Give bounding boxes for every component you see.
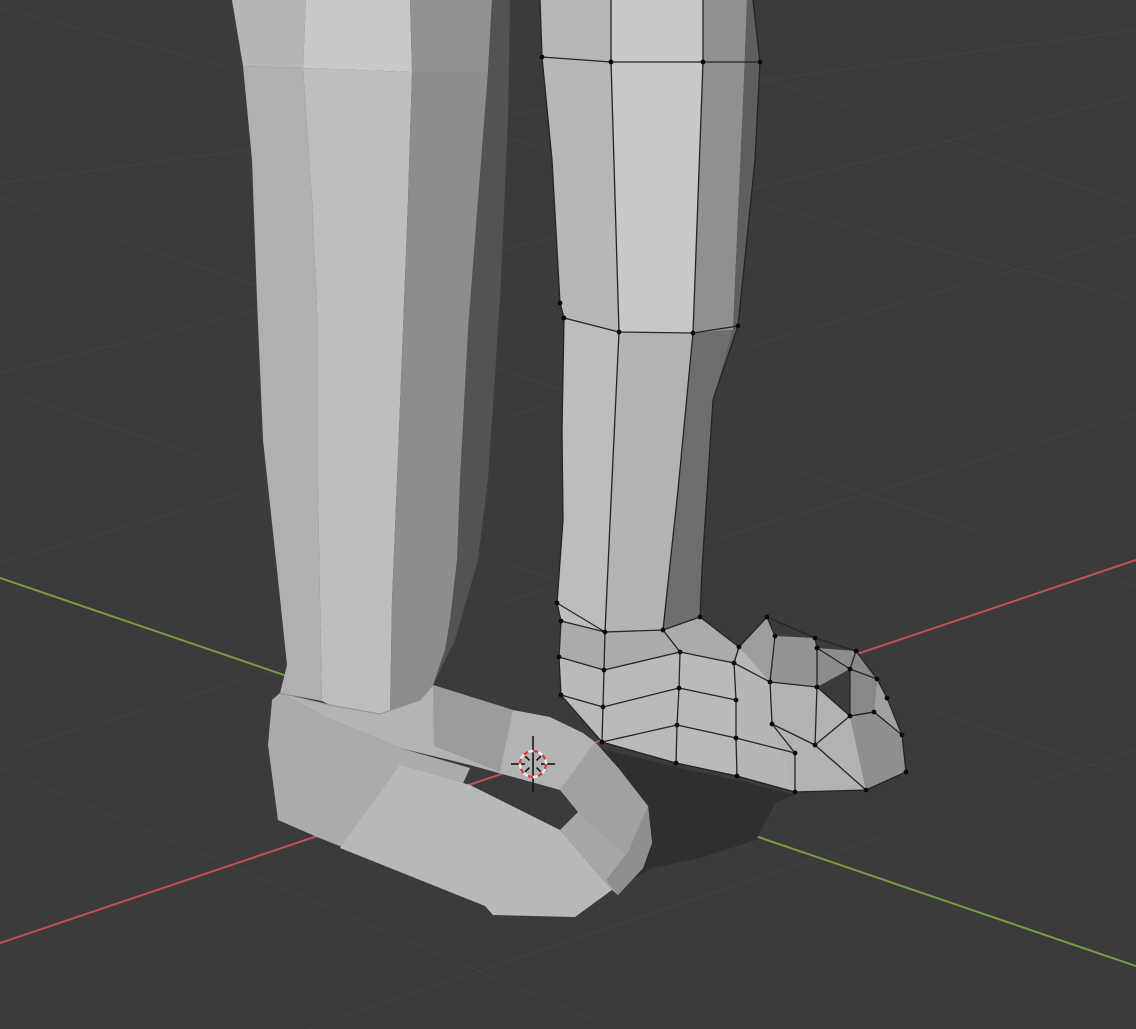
mesh-vertex[interactable] [793,751,798,756]
mesh-vertex[interactable] [691,331,696,336]
mesh-vertex[interactable] [540,55,545,60]
mesh-vertex[interactable] [555,601,560,606]
mesh-vertex[interactable] [765,615,770,620]
mesh-vertex[interactable] [701,60,706,65]
mesh-vertex[interactable] [557,655,562,660]
mesh-vertex[interactable] [603,630,608,635]
mesh-vertex[interactable] [773,634,778,639]
mesh-vertex[interactable] [900,733,905,738]
mesh-face [303,0,412,72]
mesh-vertex[interactable] [848,714,853,719]
mesh-vertex[interactable] [768,680,773,685]
mesh-vertex[interactable] [559,619,564,624]
mesh-face [232,0,306,68]
mesh-vertex[interactable] [678,650,683,655]
mesh-vertex[interactable] [609,60,614,65]
mesh-vertex[interactable] [675,723,680,728]
mesh-vertex[interactable] [600,740,605,745]
mesh-vertex[interactable] [813,636,818,641]
mesh-vertex[interactable] [793,790,798,795]
mesh-vertex[interactable] [735,774,740,779]
mesh-vertex[interactable] [558,301,563,306]
mesh-vertex[interactable] [602,668,607,673]
mesh-vertex[interactable] [674,761,679,766]
mesh-vertex[interactable] [815,646,820,651]
mesh-vertex[interactable] [815,685,820,690]
mesh-vertex[interactable] [848,667,853,672]
mesh-vertex[interactable] [737,645,742,650]
mesh-vertex[interactable] [904,770,909,775]
mesh-vertex[interactable] [677,686,682,691]
mesh-vertex[interactable] [562,316,567,321]
mesh-vertex[interactable] [736,324,741,329]
mesh-vertex[interactable] [875,677,880,682]
mesh-vertex[interactable] [864,788,869,793]
mesh-vertex[interactable] [661,628,666,633]
mesh-vertex[interactable] [758,60,763,65]
mesh-vertex[interactable] [813,743,818,748]
mesh-vertex[interactable] [559,693,564,698]
mesh-vertex[interactable] [885,696,890,701]
mesh-face [770,636,817,687]
mesh-vertex[interactable] [734,736,739,741]
mesh-vertex[interactable] [734,698,739,703]
mesh-vertex[interactable] [617,330,622,335]
mesh-vertex[interactable] [601,705,606,710]
mesh-vertex[interactable] [770,722,775,727]
mesh-vertex[interactable] [872,710,877,715]
mesh-vertex[interactable] [854,649,859,654]
mesh-face [410,0,492,72]
mesh-face [611,0,703,333]
viewport-canvas[interactable] [0,0,1136,1029]
viewport-3d[interactable] [0,0,1136,1029]
mesh-vertex[interactable] [732,661,737,666]
mesh-vertex[interactable] [698,615,703,620]
